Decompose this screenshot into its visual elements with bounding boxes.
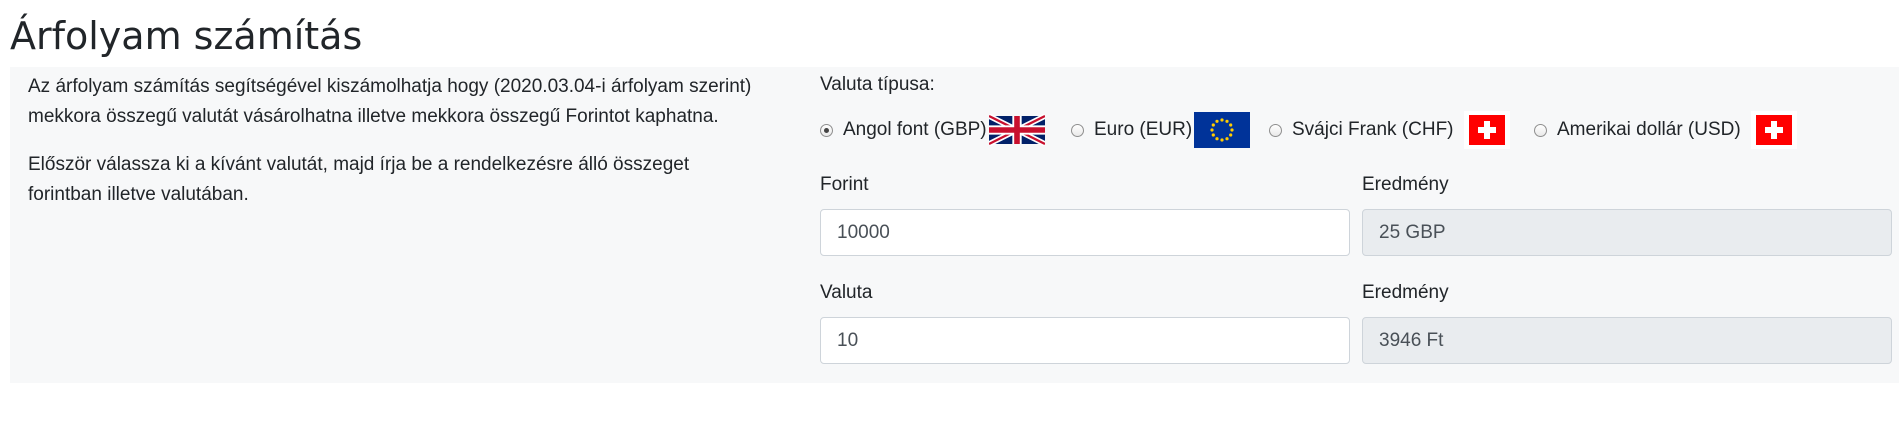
radio-eur[interactable]: Euro (EUR) — [1071, 112, 1251, 148]
valuta-result-label: Eredmény — [1362, 282, 1449, 303]
radio-button-chf[interactable] — [1269, 123, 1282, 137]
intro-paragraph-2: Először válassza ki a kívánt valutát, ma… — [28, 154, 690, 205]
radio-label-eur: Euro (EUR) — [1094, 119, 1193, 140]
forint-label: Forint — [820, 174, 869, 195]
radio-button-usd[interactable] — [1534, 123, 1547, 137]
radio-usd[interactable]: Amerikai dollár (USD) — [1534, 111, 1797, 149]
valuta-result-field — [1362, 317, 1892, 364]
uk-flag-icon — [987, 112, 1045, 148]
eu-flag-icon — [1192, 112, 1251, 148]
intro-paragraph-1: Az árfolyam számítás segítségével kiszám… — [28, 76, 752, 127]
forint-result-label: Eredmény — [1362, 174, 1449, 195]
radio-button-gbp[interactable] — [820, 123, 833, 137]
intro-text: Az árfolyam számítás segítségével kiszám… — [28, 72, 758, 210]
radio-chf[interactable]: Svájci Frank (CHF) — [1269, 111, 1510, 149]
swiss-flag-icon — [1462, 111, 1510, 149]
valuta-input[interactable] — [820, 317, 1350, 364]
page-title: Árfolyam számítás — [10, 14, 363, 58]
forint-input[interactable] — [820, 209, 1350, 256]
forint-result-field — [1362, 209, 1892, 256]
swiss-flag-icon — [1749, 111, 1797, 149]
radio-label-usd: Amerikai dollár (USD) — [1557, 119, 1741, 140]
currency-type-label: Valuta típusa: — [820, 74, 935, 95]
radio-label-chf: Svájci Frank (CHF) — [1292, 119, 1454, 140]
radio-button-eur[interactable] — [1071, 123, 1084, 137]
radio-label-gbp: Angol font (GBP) — [843, 119, 987, 140]
radio-gbp[interactable]: Angol font (GBP) — [820, 112, 1045, 148]
valuta-label: Valuta — [820, 282, 873, 303]
